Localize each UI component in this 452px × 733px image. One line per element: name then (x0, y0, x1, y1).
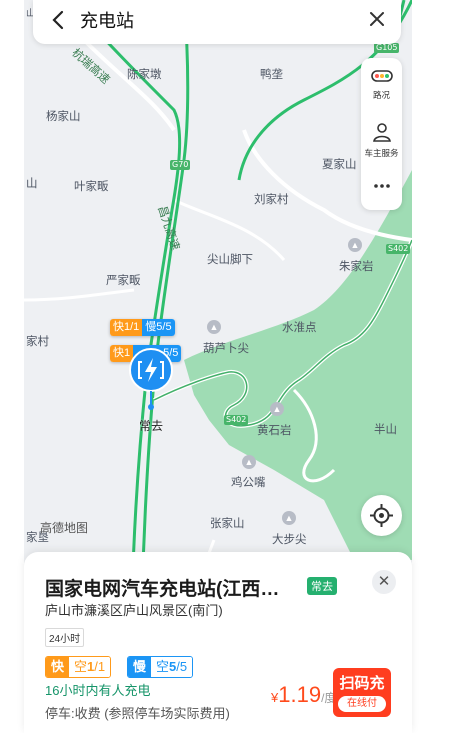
search-query[interactable]: 充电站 (80, 7, 134, 33)
fast-tag: 快1/1 (110, 319, 143, 336)
map-label: 鸭垄 (260, 69, 283, 81)
station-pin[interactable] (128, 347, 174, 410)
search-bar[interactable]: 充电站 (33, 0, 401, 44)
map-label: 葫芦卜尖 (203, 343, 249, 355)
road-shield: S402 (224, 415, 249, 425)
poi-icon: ▲ (270, 402, 284, 416)
owner-service-button[interactable]: 车主服务 (361, 122, 402, 159)
more-icon (373, 184, 390, 188)
scan-to-charge-button[interactable]: 扫码充 在线付 (333, 668, 391, 717)
map-label: 大步尖 (272, 534, 307, 546)
map-label: 山 (26, 178, 38, 190)
station-address: 庐山市濂溪区庐山风景区(南门) (45, 603, 223, 618)
station-name[interactable]: 国家电网汽车充电站(江西… (45, 574, 279, 601)
slow-availability: 空5/5 (151, 657, 193, 677)
watermark-text: 高德地图 (40, 521, 89, 535)
map-label: 刘家村 (254, 194, 289, 206)
back-icon[interactable] (47, 8, 71, 32)
map-label: 杨家山 (46, 111, 81, 123)
map-label: 家村 (26, 336, 49, 348)
close-icon[interactable] (365, 7, 389, 31)
map-watermark: 高德地图 (40, 519, 88, 536)
frequent-badge: 常去 (307, 577, 337, 595)
charger-tag[interactable]: 快1/1 慢5/5 (110, 319, 175, 336)
close-icon[interactable]: ✕ (372, 570, 396, 594)
app-screen: 山 陈家墩 鸭垄 杨家山 夏家山 叶家畈 山 刘家村 严家畈 尖山脚下 ▲ 朱家… (0, 0, 452, 733)
scan-label: 扫码充 (339, 675, 385, 692)
map-label: 水淮点 (282, 322, 317, 334)
user-icon (372, 123, 391, 142)
recent-activity: 16小时内有人充电 (45, 683, 151, 698)
poi-icon: ▲ (282, 511, 296, 525)
map-label: 尖山脚下 (207, 254, 253, 266)
owner-service-label: 车主服务 (364, 148, 399, 158)
map-label: 叶家畈 (74, 181, 109, 193)
slow-charger-status: 慢 空5/5 (127, 656, 194, 678)
map-label: 夏家山 (322, 159, 357, 171)
price: ¥1.19/度 (271, 682, 337, 707)
locate-button[interactable] (361, 495, 402, 536)
slow-label: 慢 (128, 657, 152, 677)
station-card[interactable]: 国家电网汽车充电站(江西… 常去 ✕ 庐山市濂溪区庐山风景区(南门) 24小时 … (24, 552, 412, 733)
map-label: 张家山 (210, 518, 245, 530)
map-label: 严家畈 (106, 275, 141, 287)
fast-label: 快 (46, 657, 70, 677)
traffic-light-icon (370, 70, 393, 82)
road-shield: G70 (170, 160, 191, 170)
road-shield: S402 (386, 244, 411, 254)
poi-icon: ▲ (348, 238, 362, 252)
map-label: 黄石岩 (257, 425, 292, 437)
map-label: 鸡公嘴 (231, 477, 266, 489)
pin-label: 常去 (139, 419, 164, 433)
online-pay-label: 在线付 (338, 696, 386, 712)
locate-icon (370, 504, 393, 527)
map-label: 陈家墩 (127, 69, 162, 81)
fast-availability: 空1/1 (69, 657, 111, 677)
traffic-button[interactable]: 路况 (361, 68, 402, 101)
charging-pin-icon (129, 348, 173, 410)
more-button[interactable] (361, 178, 402, 199)
fast-charger-status: 快 空1/1 (45, 656, 112, 678)
map-tools-panel: 路况 车主服务 (361, 58, 402, 210)
map-label: 朱家岩 (339, 261, 374, 273)
map-label: 半山 (374, 424, 397, 436)
traffic-label: 路况 (372, 90, 390, 100)
opening-hours-badge: 24小时 (45, 628, 85, 647)
slow-tag: 慢5/5 (142, 319, 175, 336)
poi-icon: ▲ (207, 320, 221, 334)
parking-info: 停车:收费 (参照停车场实际费用) (45, 706, 230, 721)
poi-icon: ▲ (242, 455, 256, 469)
road-shield: G105 (374, 43, 400, 53)
